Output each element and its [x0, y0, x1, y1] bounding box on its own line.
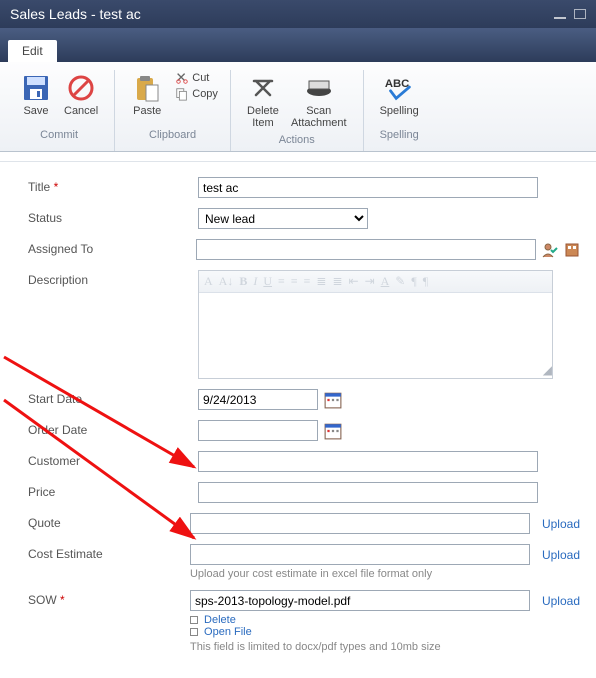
copy-button[interactable]: Copy — [173, 86, 220, 102]
quote-label: Quote — [28, 513, 190, 530]
title-input[interactable] — [198, 177, 538, 198]
description-label: Description — [28, 270, 198, 287]
title-label: Title * — [28, 177, 198, 194]
price-input[interactable] — [198, 482, 538, 503]
status-label: Status — [28, 208, 198, 225]
cost-estimate-label: Cost Estimate — [28, 544, 190, 561]
paste-icon — [131, 72, 163, 104]
rte-list-number-icon[interactable]: ≣ — [332, 274, 342, 289]
delete-icon — [247, 72, 279, 104]
rte-ltr-icon[interactable]: ¶ — [411, 274, 416, 289]
maximize-icon[interactable] — [574, 9, 586, 19]
description-input[interactable] — [199, 293, 552, 363]
quote-upload-link[interactable]: Upload — [542, 517, 580, 531]
customer-input[interactable] — [198, 451, 538, 472]
ribbon-tabstrip: Edit — [0, 28, 596, 62]
calendar-icon[interactable] — [324, 422, 342, 440]
sow-input[interactable] — [190, 590, 530, 611]
rte-highlight-icon[interactable]: ✎ — [395, 274, 405, 289]
save-button[interactable]: Save — [14, 70, 58, 119]
rte-toolbar: A A↓ B I U ≡ ≡ ≡ ≣ ≣ ⇤ ⇥ A ✎ ¶ ¶ — [199, 271, 552, 293]
scanner-icon — [303, 72, 335, 104]
group-label-commit: Commit — [14, 126, 104, 144]
expand-icon[interactable] — [190, 616, 198, 624]
rte-underline-icon[interactable]: U — [263, 274, 272, 289]
description-editor: A A↓ B I U ≡ ≡ ≡ ≣ ≣ ⇤ ⇥ A ✎ ¶ ¶ — [198, 270, 553, 379]
ribbon-group-clipboard: Paste Cut Copy Clipboard — [115, 70, 231, 151]
sow-open-file-link[interactable]: Open File — [204, 626, 252, 638]
status-select[interactable]: New lead — [198, 208, 368, 229]
sow-label: SOW * — [28, 590, 190, 607]
rte-font-a1-icon[interactable]: A — [204, 274, 213, 289]
cut-icon — [175, 71, 189, 85]
ribbon: Save Cancel Commit Paste Cut — [0, 62, 596, 152]
window-title: Sales Leads - test ac — [10, 6, 141, 22]
resize-grip-icon[interactable]: ◢ — [199, 363, 552, 378]
sow-delete-link[interactable]: Delete — [204, 614, 236, 626]
spelling-button[interactable]: ABC Spelling — [374, 70, 425, 119]
ribbon-group-commit: Save Cancel Commit — [4, 70, 115, 151]
rte-list-bullet-icon[interactable]: ≣ — [316, 274, 326, 289]
sow-hint: This field is limited to docx/pdf types … — [190, 641, 441, 653]
window-titlebar: Sales Leads - test ac — [0, 0, 596, 28]
order-date-input[interactable] — [198, 420, 318, 441]
start-date-input[interactable] — [198, 389, 318, 410]
group-label-spelling: Spelling — [374, 126, 425, 144]
group-label-clipboard: Clipboard — [125, 126, 220, 144]
spelling-icon: ABC — [383, 72, 415, 104]
cancel-button[interactable]: Cancel — [58, 70, 104, 119]
order-date-label: Order Date — [28, 420, 198, 437]
sow-upload-link[interactable]: Upload — [542, 594, 580, 608]
expand-icon[interactable] — [190, 628, 198, 636]
form-body: Title * Status New lead Assigned To Desc… — [0, 162, 596, 678]
delete-item-button[interactable]: Delete Item — [241, 70, 285, 131]
tab-edit[interactable]: Edit — [8, 40, 57, 62]
minimize-icon[interactable] — [554, 14, 566, 19]
group-label-actions: Actions — [241, 131, 353, 149]
calendar-icon[interactable] — [324, 391, 342, 409]
quote-input[interactable] — [190, 513, 530, 534]
ribbon-group-actions: Delete Item Scan Attachment Actions — [231, 70, 364, 151]
rte-align-right-icon[interactable]: ≡ — [304, 274, 311, 289]
svg-text:ABC: ABC — [385, 78, 409, 90]
rte-indent-icon[interactable]: ⇥ — [365, 274, 375, 289]
window-controls — [550, 6, 586, 22]
rte-align-left-icon[interactable]: ≡ — [278, 274, 285, 289]
paste-button[interactable]: Paste — [125, 70, 169, 119]
rte-align-center-icon[interactable]: ≡ — [291, 274, 298, 289]
scan-attachment-button[interactable]: Scan Attachment — [285, 70, 353, 131]
start-date-label: Start Date — [28, 389, 198, 406]
rte-bold-icon[interactable]: B — [239, 274, 247, 289]
save-icon — [20, 72, 52, 104]
rte-outdent-icon[interactable]: ⇤ — [349, 274, 359, 289]
rte-font-a2-icon[interactable]: A↓ — [219, 274, 234, 289]
copy-icon — [175, 87, 189, 101]
ribbon-group-spelling: ABC Spelling Spelling — [364, 70, 435, 151]
breadcrumb — [0, 152, 596, 162]
cut-button[interactable]: Cut — [173, 70, 220, 86]
cost-estimate-hint: Upload your cost estimate in excel file … — [190, 568, 432, 580]
rte-italic-icon[interactable]: I — [253, 274, 257, 289]
rte-fontcolor-icon[interactable]: A — [381, 274, 390, 289]
customer-label: Customer — [28, 451, 198, 468]
assigned-to-input[interactable] — [196, 239, 536, 260]
browse-people-icon[interactable] — [564, 242, 580, 258]
cost-estimate-upload-link[interactable]: Upload — [542, 548, 580, 562]
check-names-icon[interactable] — [542, 242, 558, 258]
rte-rtl-icon[interactable]: ¶ — [423, 274, 428, 289]
cancel-icon — [65, 72, 97, 104]
cost-estimate-input[interactable] — [190, 544, 530, 565]
price-label: Price — [28, 482, 198, 499]
assigned-to-label: Assigned To — [28, 239, 196, 256]
